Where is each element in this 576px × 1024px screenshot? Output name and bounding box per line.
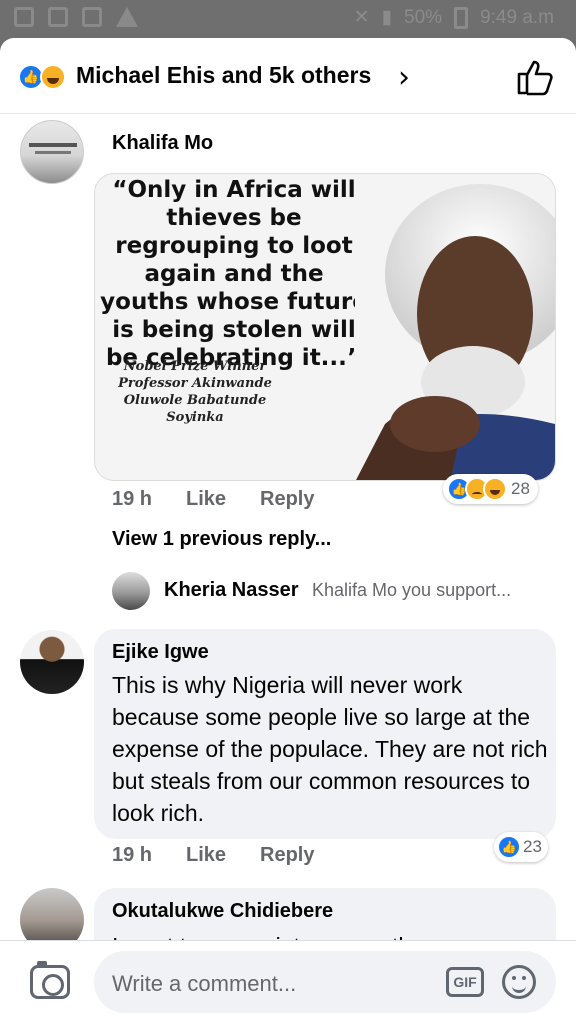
comment-composer: Write a comment... GIF (0, 940, 576, 1024)
reaction-stack: 👍 (18, 64, 70, 90)
comment-reactions[interactable]: 👍 23 (494, 832, 548, 862)
comment-reactions[interactable]: 👍 28 (443, 474, 538, 504)
view-previous-replies[interactable]: View 1 previous reply... (112, 528, 331, 551)
warning-icon (116, 7, 138, 27)
comment-time: 19 h (112, 488, 153, 510)
reply-text: Khalifa Mo you support... (312, 580, 512, 600)
comment-input-placeholder: Write a comment... (112, 971, 297, 996)
camera-icon[interactable] (30, 961, 70, 999)
comment-text: This is why Nigeria will never work beca… (112, 672, 548, 826)
battery-icon (454, 6, 469, 29)
comment-input[interactable]: Write a comment... GIF (94, 951, 556, 1013)
reply-button[interactable]: Reply (260, 844, 314, 867)
comment-image-quote[interactable]: “Only in Africa will thieves be regroupi… (94, 173, 556, 481)
comment-author[interactable]: Ejike Igwe (112, 641, 209, 664)
signal-icon: ▮ (381, 7, 393, 28)
comment-bubble[interactable]: Ejike Igwe This is why Nigeria will neve… (94, 629, 556, 839)
mute-icon: ✕ (353, 7, 370, 28)
battery-percent: 50% (404, 6, 443, 28)
comments-sheet: 👍 Michael Ehis and 5k others › Khalifa M… (0, 38, 576, 1024)
portrait-photo (355, 174, 555, 480)
haha-icon (40, 64, 66, 90)
app-notification-icon (14, 7, 34, 27)
status-icons-right: ✕ ▮ 50% 9:49 a.m (354, 6, 554, 29)
image-notification-icon (48, 7, 68, 27)
like-button[interactable]: Like (186, 844, 260, 867)
comment-author[interactable]: Okutalukwe Chidiebere (112, 900, 333, 923)
like-button-icon[interactable] (516, 58, 554, 96)
reply-button[interactable]: Reply (260, 488, 314, 511)
comment-meta: 19 h Like Reply (112, 844, 314, 867)
gif-button[interactable]: GIF (446, 967, 484, 997)
emoji-icon[interactable] (502, 965, 536, 999)
avatar-khalifa-mo[interactable] (20, 120, 84, 184)
reactions-header[interactable]: 👍 Michael Ehis and 5k others › (0, 38, 576, 114)
reply-author[interactable]: Kheria Nasser (164, 579, 299, 602)
avatar-ejike-igwe[interactable] (20, 630, 84, 694)
clock: 9:49 a.m (480, 6, 554, 28)
reply-preview[interactable]: Kheria Nasser Khalifa Mo you support... (112, 572, 552, 612)
image-quote-credit: Nobel Prize Winner Professor Akinwande O… (118, 359, 272, 425)
reaction-count: 28 (511, 479, 530, 498)
status-bar: ✕ ▮ 50% 9:49 a.m (0, 0, 576, 38)
comment-time: 19 h (112, 844, 153, 866)
like-button[interactable]: Like (186, 488, 260, 511)
avatar-kheria-nasser[interactable] (112, 572, 150, 610)
chevron-right-icon[interactable]: › (398, 60, 410, 95)
reaction-count: 23 (523, 837, 542, 856)
comment-meta: 19 h Like Reply (112, 488, 314, 511)
image-quote-text: “Only in Africa will thieves be regroupi… (100, 177, 368, 371)
comment-author[interactable]: Khalifa Mo (112, 132, 213, 155)
chat-notification-icon (82, 7, 102, 27)
reactors-summary[interactable]: Michael Ehis and 5k others (76, 62, 371, 89)
haha-icon (483, 477, 507, 501)
status-icons-left (14, 7, 138, 27)
like-icon: 👍 (497, 835, 521, 859)
